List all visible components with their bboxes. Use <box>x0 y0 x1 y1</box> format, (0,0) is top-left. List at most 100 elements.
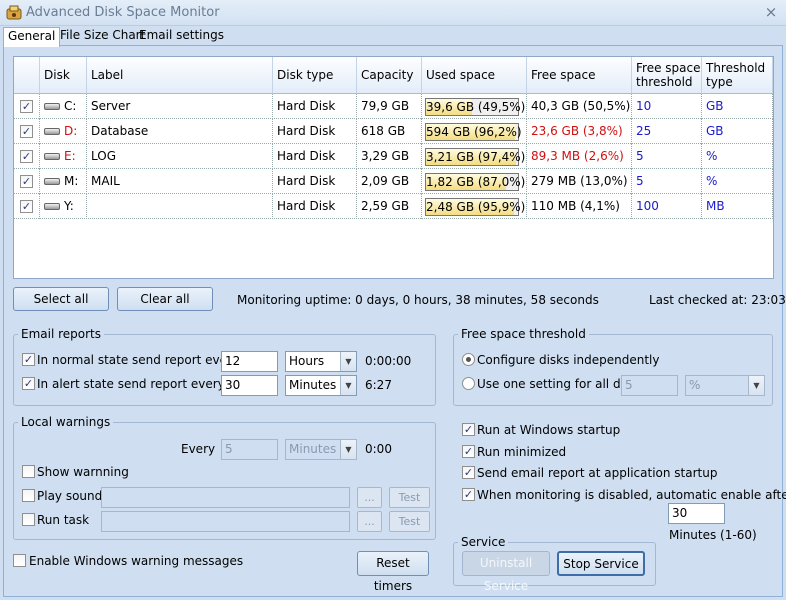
tab-email-settings[interactable]: Email settings <box>135 27 228 45</box>
used-space-cell: 3,21 GB (97,4%) <box>422 144 527 169</box>
task-browse-button[interactable]: ... <box>357 511 382 532</box>
disk-letter: C: <box>64 99 77 113</box>
tab-general[interactable]: General <box>3 27 61 47</box>
threshold-type-cell[interactable]: GB <box>702 94 773 119</box>
monitoring-uptime: Monitoring uptime: 0 days, 0 hours, 38 m… <box>237 293 599 307</box>
threshold-type-cell[interactable]: MB <box>702 194 773 219</box>
run-task-checkbox[interactable] <box>22 513 35 526</box>
threshold-cell[interactable]: 25 <box>632 119 702 144</box>
uninstall-service-button[interactable]: Uninstall Service <box>462 551 550 593</box>
play-sound-checkbox[interactable] <box>22 489 35 502</box>
header-capacity[interactable]: Capacity <box>357 57 422 94</box>
normal-interval-input[interactable]: 12 <box>221 351 278 372</box>
send-startup-checkbox[interactable]: ✓ <box>462 466 475 479</box>
reset-timers-button[interactable]: Reset timers <box>357 551 429 593</box>
threshold-type-cell[interactable]: % <box>702 169 773 194</box>
label-cell: Server <box>87 94 273 119</box>
local-unit-value: Minutes <box>289 442 337 456</box>
header-used-space[interactable]: Used space <box>422 57 527 94</box>
table-row[interactable]: ✓ C: Server Hard Disk 79,9 GB 39,6 GB (49,5%)… <box>14 94 773 119</box>
threshold-cell[interactable]: 100 <box>632 194 702 219</box>
free-space-cell: 110 MB (4,1%) <box>527 194 632 219</box>
run-minimized-checkbox[interactable]: ✓ <box>462 445 475 458</box>
normal-unit-select[interactable]: Hours ▼ <box>285 351 357 372</box>
used-space-bar: 3,21 GB (97,4%) <box>425 148 526 166</box>
disk-checkbox[interactable]: ✓ <box>20 125 33 138</box>
table-row[interactable]: ✓ Y: Hard Disk 2,59 GB 2,48 GB (95,9%) 110 MB… <box>14 194 773 219</box>
used-space-cell: 1,82 GB (87,0%) <box>422 169 527 194</box>
threshold-type-cell[interactable]: GB <box>702 119 773 144</box>
normal-report-checkbox[interactable]: ✓ <box>22 353 35 366</box>
disk-checkbox[interactable]: ✓ <box>20 200 33 213</box>
sound-browse-button[interactable]: ... <box>357 487 382 508</box>
disk-checkbox[interactable]: ✓ <box>20 100 33 113</box>
hard-disk-icon <box>44 203 60 210</box>
free-space-cell: 89,3 MB (2,6%) <box>527 144 632 169</box>
alert-interval-input[interactable]: 30 <box>221 375 278 396</box>
chevron-down-icon: ▼ <box>340 376 356 395</box>
threshold-cell[interactable]: 5 <box>632 169 702 194</box>
row-check-cell[interactable]: ✓ <box>14 169 40 194</box>
threshold-value-input[interactable]: 5 <box>621 375 678 396</box>
free-space-cell: 40,3 GB (50,5%) <box>527 94 632 119</box>
local-interval-input[interactable]: 5 <box>221 439 278 460</box>
threshold-cell[interactable]: 5 <box>632 144 702 169</box>
used-space-bar: 39,6 GB (49,5%) <box>425 98 525 116</box>
threshold-cell[interactable]: 10 <box>632 94 702 119</box>
alert-report-checkbox[interactable]: ✓ <box>22 377 35 390</box>
disk-cell: E: <box>40 144 87 169</box>
disk-type-cell: Hard Disk <box>273 169 357 194</box>
app-icon <box>6 5 22 21</box>
capacity-cell: 3,29 GB <box>357 144 422 169</box>
clear-all-button[interactable]: Clear all <box>117 287 213 311</box>
table-row[interactable]: ✓ M: MAIL Hard Disk 2,09 GB 1,82 GB (87,0%) 27… <box>14 169 773 194</box>
configure-independently-radio[interactable] <box>462 353 475 366</box>
auto-enable-checkbox[interactable]: ✓ <box>462 488 475 501</box>
header-disk[interactable]: Disk <box>40 57 87 94</box>
sound-test-button[interactable]: Test <box>389 487 430 508</box>
threshold-type-cell[interactable]: % <box>702 144 773 169</box>
auto-enable-input[interactable]: 30 <box>668 503 725 524</box>
table-row[interactable]: ✓ E: LOG Hard Disk 3,29 GB 3,21 GB (97,4%) 89,… <box>14 144 773 169</box>
used-space-text: 594 GB (96,2%) <box>426 125 522 139</box>
auto-enable-label: When monitoring is disabled, automatic e… <box>477 488 786 502</box>
run-task-label: Run task <box>37 513 90 527</box>
local-unit-select[interactable]: Minutes ▼ <box>285 439 357 460</box>
stop-service-button[interactable]: Stop Service <box>557 551 645 576</box>
row-check-cell[interactable]: ✓ <box>14 94 40 119</box>
row-check-cell[interactable]: ✓ <box>14 144 40 169</box>
sound-file-input[interactable] <box>101 487 350 508</box>
disk-checkbox[interactable]: ✓ <box>20 150 33 163</box>
normal-unit-value: Hours <box>289 354 325 368</box>
run-minimized-label: Run minimized <box>477 445 567 459</box>
header-label[interactable]: Label <box>87 57 273 94</box>
task-file-input[interactable] <box>101 511 350 532</box>
chevron-down-icon: ▼ <box>748 376 764 395</box>
row-check-cell[interactable]: ✓ <box>14 119 40 144</box>
enable-windows-warning-checkbox[interactable] <box>13 554 26 567</box>
alert-unit-select[interactable]: Minutes ▼ <box>285 375 357 396</box>
select-all-button[interactable]: Select all <box>13 287 109 311</box>
used-space-cell: 39,6 GB (49,5%) <box>422 94 527 119</box>
row-check-cell[interactable]: ✓ <box>14 194 40 219</box>
header-disk-type[interactable]: Disk type <box>273 57 357 94</box>
run-startup-checkbox[interactable]: ✓ <box>462 423 475 436</box>
hard-disk-icon <box>44 103 60 110</box>
free-space-cell: 23,6 GB (3,8%) <box>527 119 632 144</box>
close-button[interactable]: × <box>762 3 780 21</box>
disk-cell: D: <box>40 119 87 144</box>
header-free-space-threshold[interactable]: Free space threshold <box>632 57 702 94</box>
threshold-unit-select[interactable]: % ▼ <box>685 375 765 396</box>
one-setting-radio[interactable] <box>462 377 475 390</box>
header-threshold-type[interactable]: Threshold type <box>702 57 773 94</box>
used-space-text: 3,21 GB (97,4%) <box>426 150 526 164</box>
show-warning-checkbox[interactable] <box>22 465 35 478</box>
used-space-cell: 594 GB (96,2%) <box>422 119 527 144</box>
header-free-space[interactable]: Free space <box>527 57 632 94</box>
every-label: Every <box>181 442 216 456</box>
table-row[interactable]: ✓ D: Database Hard Disk 618 GB 594 GB (96,2%)… <box>14 119 773 144</box>
task-test-button[interactable]: Test <box>389 511 430 532</box>
capacity-cell: 618 GB <box>357 119 422 144</box>
disk-checkbox[interactable]: ✓ <box>20 175 33 188</box>
one-setting-label: Use one setting for all disks <box>477 377 644 391</box>
